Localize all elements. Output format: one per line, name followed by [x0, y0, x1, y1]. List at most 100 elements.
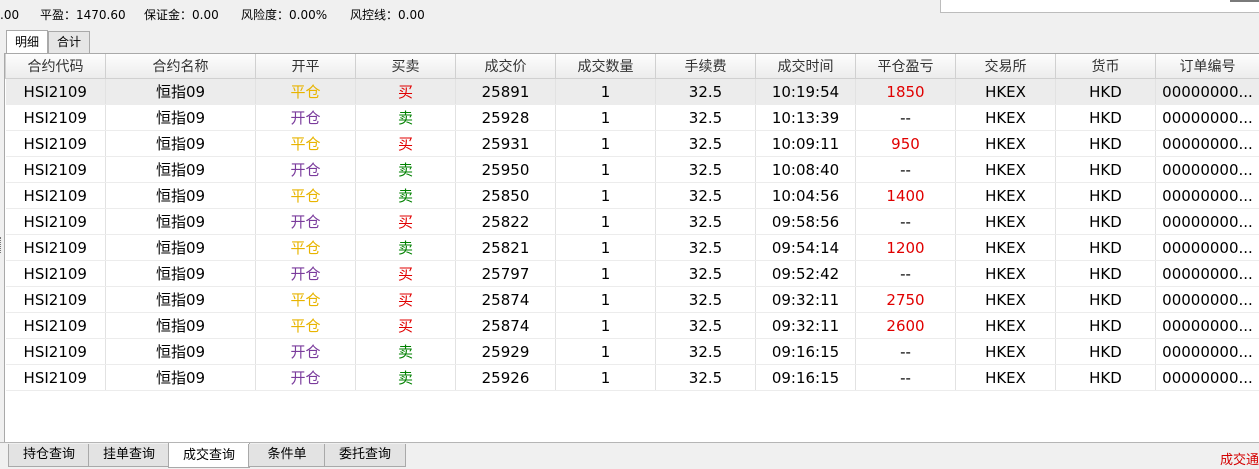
- table-row[interactable]: HSI2109恒指09平仓买25891132.510:19:541850HKEX…: [6, 79, 1259, 105]
- column-header[interactable]: 买卖: [356, 54, 456, 79]
- close-pnl-cell: 2750: [856, 287, 956, 313]
- exchange-cell: HKEX: [956, 261, 1056, 287]
- tab-position-query[interactable]: 持仓查询: [8, 444, 90, 467]
- column-header[interactable]: 货币: [1056, 54, 1156, 79]
- exchange-cell: HKEX: [956, 287, 1056, 313]
- currency-cell: HKD: [1056, 339, 1156, 365]
- table-row[interactable]: HSI2109恒指09开仓卖25928132.510:13:39--HKEXHK…: [6, 105, 1259, 131]
- column-header[interactable]: 成交价: [456, 54, 556, 79]
- table-row[interactable]: HSI2109恒指09平仓卖25850132.510:04:561400HKEX…: [6, 183, 1259, 209]
- exchange-cell: HKEX: [956, 313, 1056, 339]
- contract-name-cell: 恒指09: [106, 183, 256, 209]
- contract-name-cell: 恒指09: [106, 261, 256, 287]
- open-close-cell: 开仓: [256, 105, 356, 131]
- tab-total[interactable]: 合计: [48, 31, 90, 53]
- contract-code-cell: HSI2109: [6, 287, 106, 313]
- open-close-cell: 平仓: [256, 131, 356, 157]
- table-row[interactable]: HSI2109恒指09开仓买25822132.509:58:56--HKEXHK…: [6, 209, 1259, 235]
- buy-sell-cell: 卖: [356, 105, 456, 131]
- table-row[interactable]: HSI2109恒指09开仓卖25950132.510:08:40--HKEXHK…: [6, 157, 1259, 183]
- tab-pending-order-query[interactable]: 挂单查询: [88, 444, 170, 467]
- table-row[interactable]: HSI2109恒指09平仓买25874132.509:32:112600HKEX…: [6, 313, 1259, 339]
- open-close-cell: 平仓: [256, 287, 356, 313]
- contract-code-cell: HSI2109: [6, 365, 106, 391]
- exchange-cell: HKEX: [956, 235, 1056, 261]
- exchange-cell: HKEX: [956, 365, 1056, 391]
- quantity-cell: 1: [556, 365, 656, 391]
- contract-name-cell: 恒指09: [106, 209, 256, 235]
- buy-sell-cell: 卖: [356, 183, 456, 209]
- column-header[interactable]: 平仓盈亏: [856, 54, 956, 79]
- column-header[interactable]: 订单编号: [1156, 54, 1259, 79]
- close-pnl-cell: --: [856, 261, 956, 287]
- trade-time-cell: 10:19:54: [756, 79, 856, 105]
- table-row[interactable]: HSI2109恒指09平仓买25931132.510:09:11950HKEXH…: [6, 131, 1259, 157]
- contract-name-cell: 恒指09: [106, 287, 256, 313]
- open-close-cell: 开仓: [256, 339, 356, 365]
- order-id-cell: 00000000...: [1156, 183, 1259, 209]
- fee-cell: 32.5: [656, 365, 756, 391]
- column-header[interactable]: 合约代码: [6, 54, 106, 79]
- currency-cell: HKD: [1056, 209, 1156, 235]
- trades-grid: 合约代码合约名称开平买卖成交价成交数量手续费成交时间平仓盈亏交易所货币订单编号 …: [4, 53, 1259, 443]
- splitter-grip[interactable]: [0, 237, 4, 253]
- quantity-cell: 1: [556, 157, 656, 183]
- tab-order-query[interactable]: 委托查询: [324, 444, 406, 467]
- quantity-cell: 1: [556, 287, 656, 313]
- order-id-cell: 00000000...: [1156, 209, 1259, 235]
- order-id-cell: 00000000...: [1156, 131, 1259, 157]
- column-header[interactable]: 交易所: [956, 54, 1056, 79]
- table-row[interactable]: HSI2109恒指09开仓买25797132.509:52:42--HKEXHK…: [6, 261, 1259, 287]
- contract-code-cell: HSI2109: [6, 261, 106, 287]
- column-header[interactable]: 手续费: [656, 54, 756, 79]
- price-cell: 25821: [456, 235, 556, 261]
- price-cell: 25931: [456, 131, 556, 157]
- margin-value: 保证金：0.00: [144, 0, 219, 30]
- buy-sell-cell: 买: [356, 209, 456, 235]
- buy-sell-cell: 卖: [356, 339, 456, 365]
- buy-sell-cell: 买: [356, 287, 456, 313]
- price-cell: 25928: [456, 105, 556, 131]
- table-row[interactable]: HSI2109恒指09平仓卖25821132.509:54:141200HKEX…: [6, 235, 1259, 261]
- fee-cell: 32.5: [656, 157, 756, 183]
- fee-cell: 32.5: [656, 105, 756, 131]
- table-row[interactable]: HSI2109恒指09开仓卖25926132.509:16:15--HKEXHK…: [6, 365, 1259, 391]
- quantity-cell: 1: [556, 131, 656, 157]
- contract-code-cell: HSI2109: [6, 235, 106, 261]
- fee-cell: 32.5: [656, 235, 756, 261]
- close-pnl-cell: 1200: [856, 235, 956, 261]
- column-header[interactable]: 成交时间: [756, 54, 856, 79]
- tab-trade-query[interactable]: 成交查询: [168, 443, 250, 468]
- column-header[interactable]: 成交数量: [556, 54, 656, 79]
- contract-name-cell: 恒指09: [106, 235, 256, 261]
- buy-sell-cell: 买: [356, 313, 456, 339]
- trade-time-cell: 10:08:40: [756, 157, 856, 183]
- trade-time-cell: 09:16:15: [756, 339, 856, 365]
- risk-line-value: 风控线：0.00: [350, 0, 425, 30]
- currency-cell: HKD: [1056, 235, 1156, 261]
- table-row[interactable]: HSI2109恒指09平仓买25874132.509:32:112750HKEX…: [6, 287, 1259, 313]
- contract-name-cell: 恒指09: [106, 313, 256, 339]
- order-id-cell: 00000000...: [1156, 79, 1259, 105]
- balance-value: .00: [0, 0, 19, 30]
- price-cell: 25929: [456, 339, 556, 365]
- column-header[interactable]: 开平: [256, 54, 356, 79]
- order-id-cell: 00000000...: [1156, 235, 1259, 261]
- column-header[interactable]: 合约名称: [106, 54, 256, 79]
- open-close-cell: 开仓: [256, 157, 356, 183]
- contract-code-cell: HSI2109: [6, 313, 106, 339]
- price-cell: 25891: [456, 79, 556, 105]
- contract-code-cell: HSI2109: [6, 79, 106, 105]
- trade-notification-status: 成交通: [1220, 449, 1259, 468]
- close-pnl-cell: 1400: [856, 183, 956, 209]
- tab-conditional-order[interactable]: 条件单: [248, 444, 326, 467]
- contract-name-cell: 恒指09: [106, 365, 256, 391]
- fee-cell: 32.5: [656, 261, 756, 287]
- quantity-cell: 1: [556, 183, 656, 209]
- close-pnl-cell: 950: [856, 131, 956, 157]
- open-close-cell: 平仓: [256, 79, 356, 105]
- order-id-cell: 00000000...: [1156, 261, 1259, 287]
- buy-sell-cell: 卖: [356, 235, 456, 261]
- tab-detail[interactable]: 明细: [6, 30, 48, 53]
- table-row[interactable]: HSI2109恒指09开仓卖25929132.509:16:15--HKEXHK…: [6, 339, 1259, 365]
